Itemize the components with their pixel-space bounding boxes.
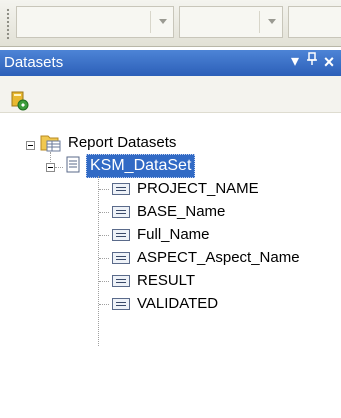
combo-separator [259, 11, 260, 33]
tree-connector [98, 176, 100, 346]
toolbar-combo-1[interactable] [16, 6, 174, 38]
field-label: ASPECT_Aspect_Name [137, 249, 300, 266]
combo-separator [150, 11, 151, 33]
tree-connector [99, 189, 109, 191]
field-icon [112, 252, 130, 264]
field-icon [112, 206, 130, 218]
field-label: RESULT [137, 272, 196, 289]
dropdown-icon[interactable]: ▾ [286, 52, 304, 72]
toolbar-combo-2[interactable] [179, 6, 283, 38]
dataset-toolbar [0, 76, 341, 113]
panel-title: Datasets [4, 54, 64, 71]
dataset-table-icon [66, 156, 80, 173]
toolbar-grip[interactable] [6, 8, 10, 40]
chevron-down-icon [268, 19, 276, 24]
field-label: PROJECT_NAME [137, 180, 259, 197]
toolbar-combo-3[interactable] [288, 6, 341, 38]
tree-connector [99, 212, 109, 214]
add-dataset-button[interactable] [10, 90, 34, 114]
root-collapse-toggle[interactable] [26, 141, 35, 150]
tree-connector [99, 304, 109, 306]
chevron-down-icon [159, 19, 167, 24]
field-icon [112, 298, 130, 310]
pin-icon[interactable] [303, 52, 321, 72]
tree-connector [99, 258, 109, 260]
field-label: VALIDATED [137, 295, 219, 312]
tree-connector [99, 281, 109, 283]
pin-icon-glyph [307, 52, 317, 65]
dataset-collapse-toggle[interactable] [46, 163, 55, 172]
tree-connector [55, 167, 63, 169]
datasets-folder-icon [40, 135, 61, 152]
top-toolbar [0, 0, 341, 47]
field-icon [112, 275, 130, 287]
dataset-tree: Report Datasets KSM_DataSet PROJECT_NAME… [0, 120, 341, 418]
field-icon [112, 229, 130, 241]
tree-dataset-label: KSM_DataSet [86, 154, 196, 178]
tree-root-label: Report Datasets [68, 134, 177, 151]
field-label: BASE_Name [137, 203, 226, 220]
close-icon[interactable]: × [320, 52, 338, 72]
tree-connector [99, 235, 109, 237]
field-label: Full_Name [137, 226, 210, 243]
add-dataset-icon [11, 91, 29, 111]
panel-header: Datasets ▾ × [0, 50, 341, 76]
field-icon [112, 183, 130, 195]
